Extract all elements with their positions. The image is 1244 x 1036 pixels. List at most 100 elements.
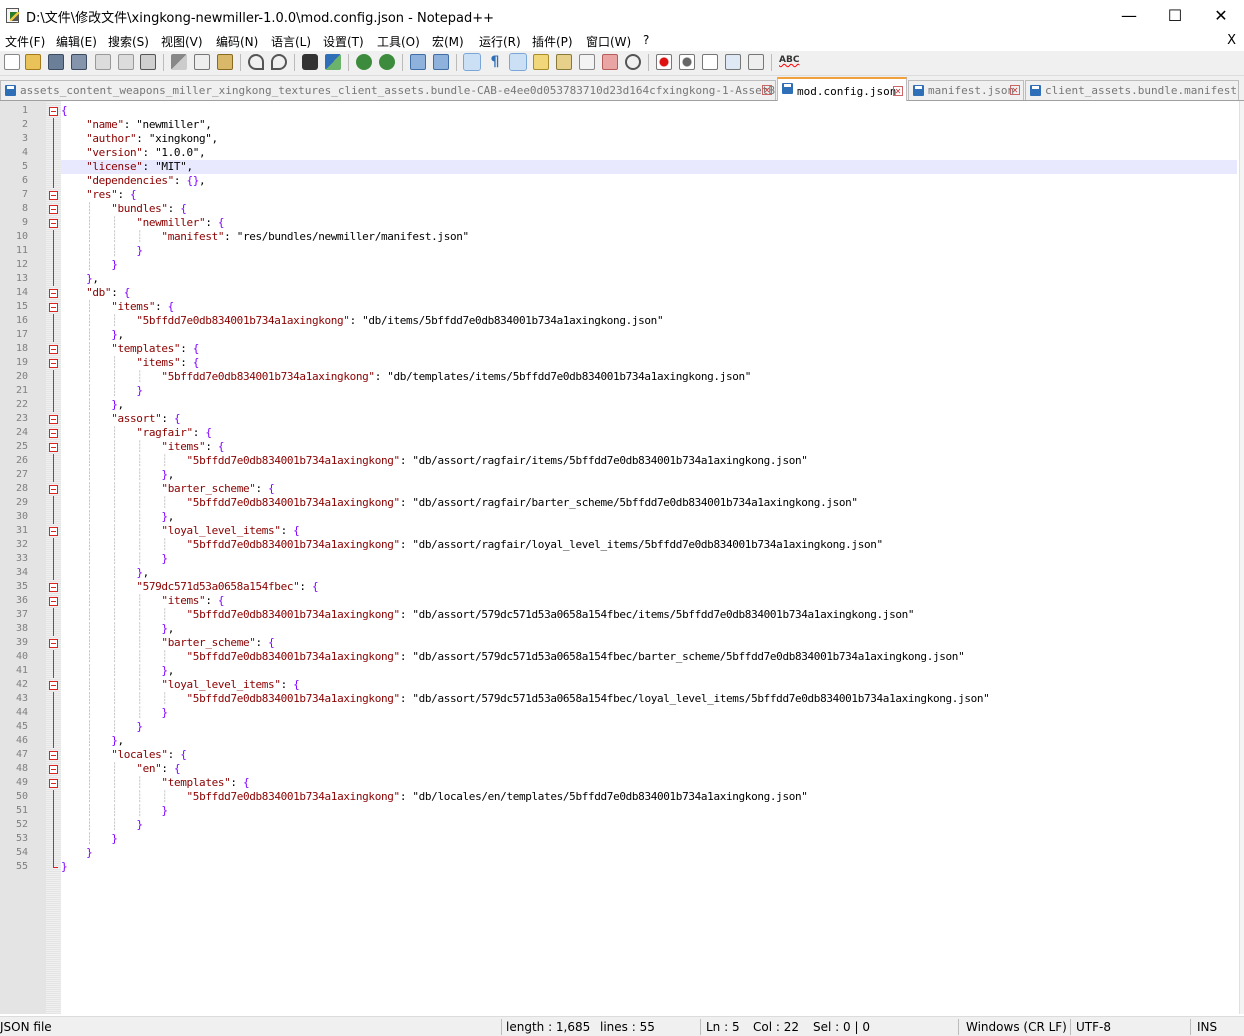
code-text[interactable]: ┊ ┊ "579dc571d53a0658a154fbec": { [61, 580, 1237, 594]
code-text[interactable]: ┊ ┊ ┊ } [61, 552, 1237, 566]
play-macro-icon[interactable] [702, 54, 718, 70]
code-text[interactable]: ┊ ┊ ┊ ┊ "5bffdd7e0db834001b734a1axingkon… [61, 790, 1237, 804]
sync-vertical-icon[interactable] [410, 54, 426, 70]
code-line[interactable]: 2 "name": "newmiller", [0, 118, 1240, 132]
code-text[interactable]: ┊ ┊ "5bffdd7e0db834001b734a1axingkong": … [61, 314, 1237, 328]
fold-toggle-icon[interactable] [49, 429, 58, 438]
code-text[interactable]: ┊ ┊ ┊ }, [61, 468, 1237, 482]
close-button[interactable]: ✕ [1198, 0, 1244, 31]
code-line[interactable]: 45 ┊ ┊ } [0, 720, 1240, 734]
tab-close-icon[interactable]: ✕ [1010, 85, 1020, 95]
menu-tools[interactable]: 工具(O) [377, 33, 420, 50]
replace-icon[interactable] [325, 54, 341, 70]
code-editor[interactable]: 1{2 "name": "newmiller", 3 "author": "xin… [0, 101, 1244, 1014]
code-line[interactable]: 22 ┊ }, [0, 398, 1240, 412]
code-text[interactable]: ┊ "templates": { [61, 342, 1237, 356]
sync-horizontal-icon[interactable] [433, 54, 449, 70]
fold-toggle-icon[interactable] [49, 191, 58, 200]
menu-run[interactable]: 运行(R) [479, 33, 521, 50]
fold-toggle-icon[interactable] [49, 485, 58, 494]
code-text[interactable]: ┊ ┊ ┊ "manifest": "res/bundles/newmiller… [61, 230, 1237, 244]
code-line[interactable]: 26 ┊ ┊ ┊ ┊ "5bffdd7e0db834001b734a1axing… [0, 454, 1240, 468]
code-line[interactable]: 28 ┊ ┊ ┊ "barter_scheme": { [0, 482, 1240, 496]
code-line[interactable]: 9 ┊ ┊ "newmiller": { [0, 216, 1240, 230]
code-text[interactable]: ┊ ┊ ┊ ┊ "5bffdd7e0db834001b734a1axingkon… [61, 496, 1237, 510]
code-text[interactable]: ┊ ┊ ┊ ┊ "5bffdd7e0db834001b734a1axingkon… [61, 692, 1237, 706]
show-all-chars-icon[interactable]: ¶ [487, 54, 503, 70]
spell-check-icon[interactable]: ABC [779, 54, 799, 70]
close-document-button[interactable]: X [1227, 33, 1236, 48]
code-text[interactable]: ┊ ┊ "items": { [61, 356, 1237, 370]
redo-icon[interactable] [271, 54, 287, 70]
code-line[interactable]: 8 ┊ "bundles": { [0, 202, 1240, 216]
code-line[interactable]: 31 ┊ ┊ ┊ "loyal_level_items": { [0, 524, 1240, 538]
code-text[interactable]: "name": "newmiller", [61, 118, 1237, 132]
fold-toggle-icon[interactable] [49, 583, 58, 592]
code-text[interactable]: ┊ "items": { [61, 300, 1237, 314]
tab-close-icon[interactable]: ✕ [893, 86, 903, 96]
folder-workspace-icon[interactable] [602, 54, 618, 70]
code-line[interactable]: 27 ┊ ┊ ┊ }, [0, 468, 1240, 482]
fold-toggle-icon[interactable] [49, 107, 58, 116]
udl-icon[interactable] [533, 54, 549, 70]
code-line[interactable]: 25 ┊ ┊ ┊ "items": { [0, 440, 1240, 454]
fold-toggle-icon[interactable] [49, 765, 58, 774]
code-line[interactable]: 23 ┊ "assort": { [0, 412, 1240, 426]
print-icon[interactable] [140, 54, 156, 70]
code-line[interactable]: 36 ┊ ┊ ┊ "items": { [0, 594, 1240, 608]
code-text[interactable]: ┊ ┊ } [61, 384, 1237, 398]
code-text[interactable]: ┊ ┊ ┊ "5bffdd7e0db834001b734a1axingkong"… [61, 370, 1237, 384]
code-line[interactable]: 5 "license": "MIT", [0, 160, 1240, 174]
code-text[interactable]: "dependencies": {}, [61, 174, 1237, 188]
code-text[interactable]: ┊ ┊ ┊ }, [61, 510, 1237, 524]
code-text[interactable]: ┊ ┊ } [61, 720, 1237, 734]
notepadpp-app-icon[interactable] [6, 8, 19, 23]
menu-window[interactable]: 窗口(W) [586, 33, 631, 50]
maximize-button[interactable]: ☐ [1152, 0, 1198, 31]
monitoring-icon[interactable] [625, 54, 641, 70]
menu-encoding[interactable]: 编码(N) [216, 33, 258, 50]
code-text[interactable]: ┊ ┊ } [61, 244, 1237, 258]
code-text[interactable]: ┊ ┊ ┊ "loyal_level_items": { [61, 678, 1237, 692]
find-icon[interactable] [302, 54, 318, 70]
fold-toggle-icon[interactable] [49, 205, 58, 214]
code-text[interactable]: ┊ }, [61, 398, 1237, 412]
menu-help[interactable]: ? [643, 33, 649, 47]
code-line[interactable]: 24 ┊ ┊ "ragfair": { [0, 426, 1240, 440]
code-line[interactable]: 6 "dependencies": {}, [0, 174, 1240, 188]
cut-icon[interactable] [171, 54, 187, 70]
code-line[interactable]: 17 ┊ }, [0, 328, 1240, 342]
code-line[interactable]: 3 "author": "xingkong", [0, 132, 1240, 146]
code-line[interactable]: 40 ┊ ┊ ┊ ┊ "5bffdd7e0db834001b734a1axing… [0, 650, 1240, 664]
code-line[interactable]: 42 ┊ ┊ ┊ "loyal_level_items": { [0, 678, 1240, 692]
code-text[interactable]: ┊ ┊ "en": { [61, 762, 1237, 776]
fold-toggle-icon[interactable] [49, 597, 58, 606]
code-text[interactable]: ┊ } [61, 832, 1237, 846]
code-text[interactable]: { [61, 104, 1237, 118]
code-text[interactable]: ┊ ┊ ┊ ┊ "5bffdd7e0db834001b734a1axingkon… [61, 608, 1237, 622]
tab-mod-config-json[interactable]: mod.config.json ✕ [777, 77, 907, 101]
fold-toggle-icon[interactable] [49, 415, 58, 424]
code-text[interactable]: ┊ ┊ ┊ }, [61, 664, 1237, 678]
undo-icon[interactable] [248, 54, 264, 70]
fold-toggle-icon[interactable] [49, 639, 58, 648]
fold-toggle-icon[interactable] [49, 443, 58, 452]
fold-toggle-icon[interactable] [49, 681, 58, 690]
code-line[interactable]: 44 ┊ ┊ ┊ } [0, 706, 1240, 720]
menu-settings[interactable]: 设置(T) [323, 33, 364, 50]
code-text[interactable]: ┊ "locales": { [61, 748, 1237, 762]
menu-edit[interactable]: 编辑(E) [56, 33, 97, 50]
fold-toggle-icon[interactable] [49, 289, 58, 298]
record-macro-icon[interactable] [656, 54, 672, 70]
code-line[interactable]: 15 ┊ "items": { [0, 300, 1240, 314]
save-macro-icon[interactable] [748, 54, 764, 70]
new-file-icon[interactable] [4, 54, 20, 70]
menu-search[interactable]: 搜索(S) [108, 33, 149, 50]
code-line[interactable]: 54 } [0, 846, 1240, 860]
code-line[interactable]: 38 ┊ ┊ ┊ }, [0, 622, 1240, 636]
tab-assetbundle-txt[interactable]: assets_content_weapons_miller_xingkong_t… [0, 80, 776, 100]
code-line[interactable]: 33 ┊ ┊ ┊ } [0, 552, 1240, 566]
code-line[interactable]: 53 ┊ } [0, 832, 1240, 846]
code-text[interactable]: ┊ ┊ ┊ ┊ "5bffdd7e0db834001b734a1axingkon… [61, 538, 1237, 552]
code-line[interactable]: 55} [0, 860, 1240, 874]
